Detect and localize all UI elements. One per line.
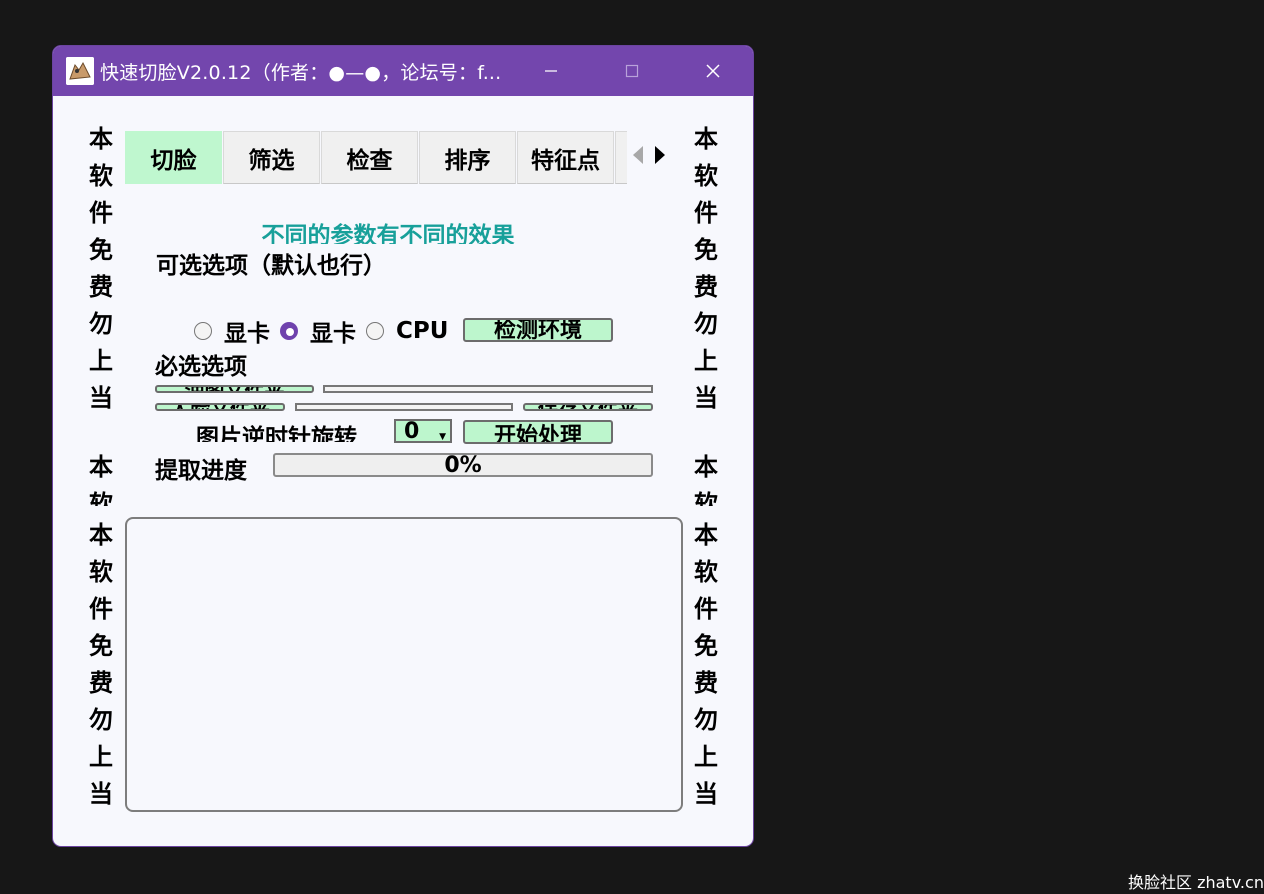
side-text-left-bottom: 本 软 件 免 费 勿 上 当 [81, 517, 121, 817]
side-char: 软 [694, 490, 718, 506]
side-char: 本 [89, 453, 113, 481]
close-icon [706, 64, 720, 78]
face-folder-button[interactable]: 人脸文件夹 [155, 403, 285, 411]
save-folder-button[interactable]: 保存文件夹 [523, 403, 653, 411]
progress-bar: 0% [273, 453, 653, 477]
required-options-label: 必选选项 [155, 354, 247, 380]
radio-label: CPU [396, 318, 449, 344]
source-folder-input[interactable] [323, 385, 653, 393]
side-char: 软 [89, 558, 113, 586]
radio-label: 显卡 [224, 321, 270, 347]
app-window: 快速切脸V2.0.12（作者：●—●，论坛号：f... 本 软 件 免 费 勿 … [52, 45, 754, 847]
source-folder-button[interactable]: 油图文件夹 [155, 385, 314, 393]
device-radio-group: 显卡 显卡 CPU [194, 314, 458, 348]
progress-text: 0% [444, 453, 482, 478]
side-char: 免 [89, 236, 113, 264]
side-char: 软 [694, 162, 718, 190]
tab-scroll-right-icon[interactable] [653, 144, 667, 166]
side-char: 勿 [89, 706, 113, 734]
side-char: 上 [89, 347, 113, 375]
minimize-icon [545, 70, 557, 72]
side-char: 上 [89, 743, 113, 771]
progress-label: 提取进度 [155, 458, 247, 484]
side-char: 费 [89, 669, 113, 697]
side-char: 件 [694, 595, 718, 623]
tab-cut-face[interactable]: 切脸 [125, 131, 222, 184]
radio-gpu-1[interactable]: 显卡 [194, 314, 270, 348]
tab-landmarks[interactable]: 特征点 [517, 131, 614, 184]
side-char: 当 [694, 384, 718, 412]
side-char: 上 [694, 743, 718, 771]
rotate-label: 图片逆时针旋转 [196, 425, 357, 442]
detect-environment-button[interactable]: 检测环境 [463, 318, 613, 342]
side-char: 本 [694, 453, 718, 481]
side-char: 当 [89, 780, 113, 808]
side-char: 免 [89, 632, 113, 660]
side-char: 费 [694, 669, 718, 697]
maximize-icon [625, 64, 639, 78]
window-title: 快速切脸V2.0.12（作者：●—●，论坛号：f... [100, 62, 502, 84]
rotate-select[interactable]: 0 ▼ [394, 419, 452, 443]
side-text-right-top: 本 软 件 免 费 勿 上 当 [686, 121, 726, 417]
side-char: 本 [89, 521, 113, 549]
start-process-button[interactable]: 开始处理 [463, 420, 613, 444]
face-folder-input[interactable] [295, 403, 513, 411]
radio-cpu[interactable]: CPU [366, 318, 448, 344]
side-char: 件 [89, 199, 113, 227]
minimize-button[interactable] [523, 46, 579, 96]
side-char: 上 [694, 347, 718, 375]
side-text-left-top: 本 软 件 免 费 勿 上 当 [81, 121, 121, 417]
side-char: 勿 [694, 706, 718, 734]
tab-filter[interactable]: 筛选 [223, 131, 320, 184]
optional-options-label: 可选选项（默认也行） [156, 253, 386, 279]
title-bar[interactable]: 快速切脸V2.0.12（作者：●—●，论坛号：f... [53, 46, 753, 96]
side-char: 免 [694, 236, 718, 264]
tab-sort[interactable]: 排序 [419, 131, 516, 184]
side-char: 本 [89, 125, 113, 153]
side-char: 本 [694, 521, 718, 549]
chevron-down-icon: ▼ [439, 432, 446, 442]
side-char: 件 [89, 595, 113, 623]
side-char: 勿 [89, 310, 113, 338]
radio-gpu-2[interactable]: 显卡 [280, 314, 356, 348]
side-text-right-bottom: 本 软 件 免 费 勿 上 当 [686, 517, 726, 817]
side-char: 当 [694, 780, 718, 808]
close-button[interactable] [685, 46, 741, 96]
log-output-box[interactable] [125, 517, 683, 812]
side-char: 勿 [694, 310, 718, 338]
side-char: 软 [89, 162, 113, 190]
side-char: 费 [694, 273, 718, 301]
tab-check[interactable]: 检查 [321, 131, 418, 184]
radio-circle-checked[interactable] [280, 322, 298, 340]
side-text-right-partial: 本 软 [686, 449, 726, 506]
side-char: 费 [89, 273, 113, 301]
parameter-note: 不同的参数有不同的效果 [261, 223, 515, 244]
radio-label: 显卡 [310, 321, 356, 347]
maximize-button[interactable] [604, 46, 660, 96]
tab-scroll-arrows [631, 144, 679, 172]
side-text-left-partial: 本 软 [81, 449, 121, 506]
side-char: 软 [694, 558, 718, 586]
side-char: 软 [89, 490, 113, 506]
side-char: 本 [694, 125, 718, 153]
site-watermark: 换脸社区 zhatv.cn [1128, 873, 1264, 892]
tab-bar: 切脸 筛选 检查 排序 特征点 [125, 131, 627, 186]
side-char: 当 [89, 384, 113, 412]
radio-circle[interactable] [194, 322, 212, 340]
tab-scroll-left-icon[interactable] [631, 144, 645, 166]
app-logo-icon [66, 57, 94, 85]
radio-circle[interactable] [366, 322, 384, 340]
rotate-value: 0 [404, 419, 420, 444]
tab-hidden[interactable] [615, 131, 627, 184]
side-char: 件 [694, 199, 718, 227]
side-char: 免 [694, 632, 718, 660]
